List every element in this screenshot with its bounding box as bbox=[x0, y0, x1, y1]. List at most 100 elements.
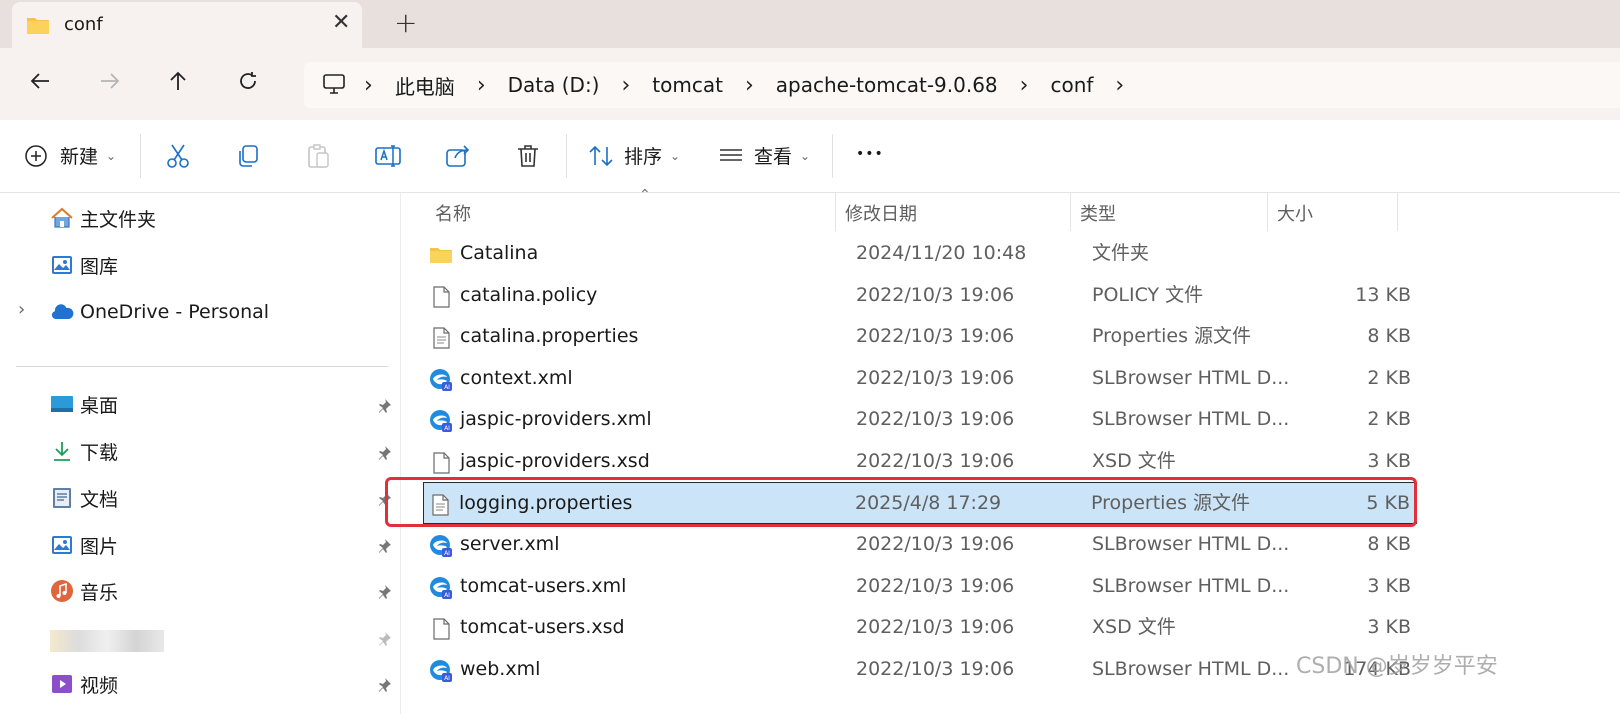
file-size: 2 KB bbox=[1367, 408, 1411, 430]
column-header-type[interactable]: 类型 bbox=[1080, 193, 1116, 233]
sidebar-item-label: 音乐 bbox=[80, 581, 119, 604]
sidebar-item-desktop[interactable]: 桌面 bbox=[50, 389, 118, 419]
folder-icon bbox=[429, 241, 453, 265]
sidebar-item-documents[interactable]: 文档 bbox=[50, 483, 118, 513]
svg-text:AI: AI bbox=[444, 675, 450, 682]
divider bbox=[140, 134, 141, 178]
pin-icon[interactable] bbox=[376, 631, 392, 647]
chevron-right-icon[interactable]: › bbox=[1115, 73, 1124, 98]
file-name: server.xml bbox=[460, 533, 560, 555]
close-tab-icon[interactable]: ✕ bbox=[332, 10, 350, 35]
file-row[interactable]: Catalina 2024/11/20 10:48 文件夹 bbox=[425, 233, 1425, 273]
sidebar-item-videos[interactable]: 视频 bbox=[50, 669, 118, 699]
sort-button[interactable]: 排序 ⌄ bbox=[588, 142, 680, 169]
file-name: tomcat-users.xml bbox=[460, 575, 627, 597]
file-row[interactable]: AI server.xml 2022/10/3 19:06 SLBrowser HTM… bbox=[425, 524, 1425, 564]
file-name: tomcat-users.xsd bbox=[460, 616, 625, 638]
column-header-name[interactable]: 名称 bbox=[435, 193, 471, 233]
tab-conf[interactable]: conf ✕ bbox=[12, 2, 362, 48]
sidebar-item-music[interactable]: 音乐 bbox=[50, 576, 118, 606]
file-type: SLBrowser HTML D... bbox=[1092, 658, 1290, 680]
column-divider[interactable] bbox=[835, 193, 836, 231]
file-modified-date: 2022/10/3 19:06 bbox=[856, 325, 1015, 347]
pin-icon[interactable] bbox=[376, 398, 392, 414]
file-type: XSD 文件 bbox=[1092, 450, 1176, 472]
sidebar-item-downloads[interactable]: 下载 bbox=[50, 436, 118, 466]
sidebar-item-home[interactable]: 主文件夹 bbox=[50, 203, 156, 233]
back-button[interactable] bbox=[22, 66, 58, 102]
sort-label: 排序 bbox=[624, 146, 663, 168]
chevron-right-icon[interactable]: › bbox=[745, 73, 754, 98]
command-bar: 新建 ⌄ 排序 ⌄ 查看 ⌄ ••• bbox=[0, 120, 1620, 193]
file-size: 3 KB bbox=[1367, 575, 1411, 597]
file-row[interactable]: tomcat-users.xsd 2022/10/3 19:06 XSD 文件 3 K… bbox=[425, 607, 1425, 647]
sidebar-item-gallery[interactable]: 图库 bbox=[50, 250, 118, 280]
address-bar[interactable]: › 此电脑 › Data (D:) › tomcat › apache-tomc… bbox=[304, 62, 1620, 108]
file-row[interactable]: catalina.policy 2022/10/3 19:06 POLICY 文件 1… bbox=[425, 275, 1425, 315]
svg-text:AI: AI bbox=[444, 384, 450, 391]
rename-icon[interactable] bbox=[374, 142, 402, 170]
breadcrumb-this-pc[interactable]: 此电脑 bbox=[395, 71, 455, 100]
file-size: 13 KB bbox=[1355, 284, 1411, 306]
more-options-button[interactable]: ••• bbox=[856, 146, 884, 162]
file-row[interactable]: AI web.xml 2022/10/3 19:06 SLBrowser HTML D… bbox=[425, 649, 1425, 689]
arrow-left-icon bbox=[30, 73, 49, 89]
forward-button[interactable] bbox=[92, 66, 128, 102]
divider bbox=[566, 134, 567, 178]
file-row[interactable]: catalina.properties 2022/10/3 19:06 Proper… bbox=[425, 316, 1425, 356]
sidebar-item-onedrive[interactable]: OneDrive - Personal bbox=[50, 297, 269, 327]
redacted-sidebar-item[interactable] bbox=[50, 630, 164, 652]
sort-ascending-icon: ⌃ bbox=[639, 187, 651, 203]
copy-icon[interactable] bbox=[234, 142, 262, 170]
file-type: SLBrowser HTML D... bbox=[1092, 367, 1290, 389]
chevron-right-icon[interactable]: › bbox=[1020, 73, 1029, 98]
refresh-button[interactable] bbox=[230, 66, 266, 102]
file-modified-date: 2022/10/3 19:06 bbox=[856, 533, 1015, 555]
file-row[interactable]: AI context.xml 2022/10/3 19:06 SLBrowser HT… bbox=[425, 358, 1425, 398]
browser-doc-icon: AI bbox=[429, 407, 453, 432]
breadcrumb-conf[interactable]: conf bbox=[1050, 73, 1093, 97]
new-button[interactable]: 新建 ⌄ bbox=[24, 142, 116, 169]
breadcrumb-tomcat[interactable]: tomcat bbox=[652, 73, 723, 97]
chevron-right-icon[interactable]: › bbox=[621, 73, 630, 98]
column-divider[interactable] bbox=[1267, 193, 1268, 231]
tab-bar: conf ✕ + bbox=[0, 0, 1620, 48]
column-header-size[interactable]: 大小 bbox=[1277, 193, 1313, 233]
cut-icon[interactable] bbox=[164, 142, 192, 170]
videos-icon bbox=[52, 675, 72, 693]
sidebar-divider bbox=[16, 366, 388, 367]
delete-icon[interactable] bbox=[514, 142, 542, 170]
pin-icon[interactable] bbox=[376, 538, 392, 554]
up-button[interactable] bbox=[160, 66, 196, 102]
file-type: SLBrowser HTML D... bbox=[1092, 575, 1290, 597]
file-row[interactable]: AI jaspic-providers.xml 2022/10/3 19:06 SLB… bbox=[425, 399, 1425, 439]
file-row[interactable]: jaspic-providers.xsd 2022/10/3 19:06 XSD 文… bbox=[425, 441, 1425, 481]
chevron-right-icon[interactable]: › bbox=[18, 299, 25, 320]
file-icon bbox=[429, 449, 453, 474]
sidebar-item-label: 主文件夹 bbox=[80, 208, 157, 231]
sidebar-item-label: 下载 bbox=[80, 441, 119, 464]
sidebar-item-label: 图库 bbox=[80, 255, 119, 278]
chevron-down-icon: ⌄ bbox=[670, 148, 681, 163]
chevron-right-icon[interactable]: › bbox=[477, 73, 486, 98]
pin-icon[interactable] bbox=[376, 584, 392, 600]
breadcrumb-data-drive[interactable]: Data (D:) bbox=[508, 73, 600, 97]
file-icon bbox=[429, 615, 453, 640]
pin-icon[interactable] bbox=[376, 445, 392, 461]
paste-icon[interactable] bbox=[304, 142, 332, 170]
browser-doc-icon: AI bbox=[429, 532, 453, 557]
column-header-date[interactable]: 修改日期 bbox=[845, 193, 917, 233]
column-divider[interactable] bbox=[1070, 193, 1071, 231]
view-button[interactable]: 查看 ⌄ bbox=[718, 142, 810, 169]
sidebar-item-label: 桌面 bbox=[80, 394, 119, 417]
pin-icon[interactable] bbox=[376, 677, 392, 693]
file-name: Catalina bbox=[460, 242, 539, 264]
column-divider[interactable] bbox=[1397, 193, 1398, 231]
new-tab-button[interactable]: + bbox=[394, 6, 417, 39]
file-row[interactable]: AI tomcat-users.xml 2022/10/3 19:06 SLBrows… bbox=[425, 566, 1425, 606]
chevron-right-icon[interactable]: › bbox=[364, 73, 373, 98]
file-name: context.xml bbox=[460, 367, 573, 389]
breadcrumb-apache-tomcat[interactable]: apache-tomcat-9.0.68 bbox=[776, 73, 998, 97]
share-icon[interactable] bbox=[444, 142, 472, 170]
sidebar-item-pictures[interactable]: 图片 bbox=[50, 530, 118, 560]
